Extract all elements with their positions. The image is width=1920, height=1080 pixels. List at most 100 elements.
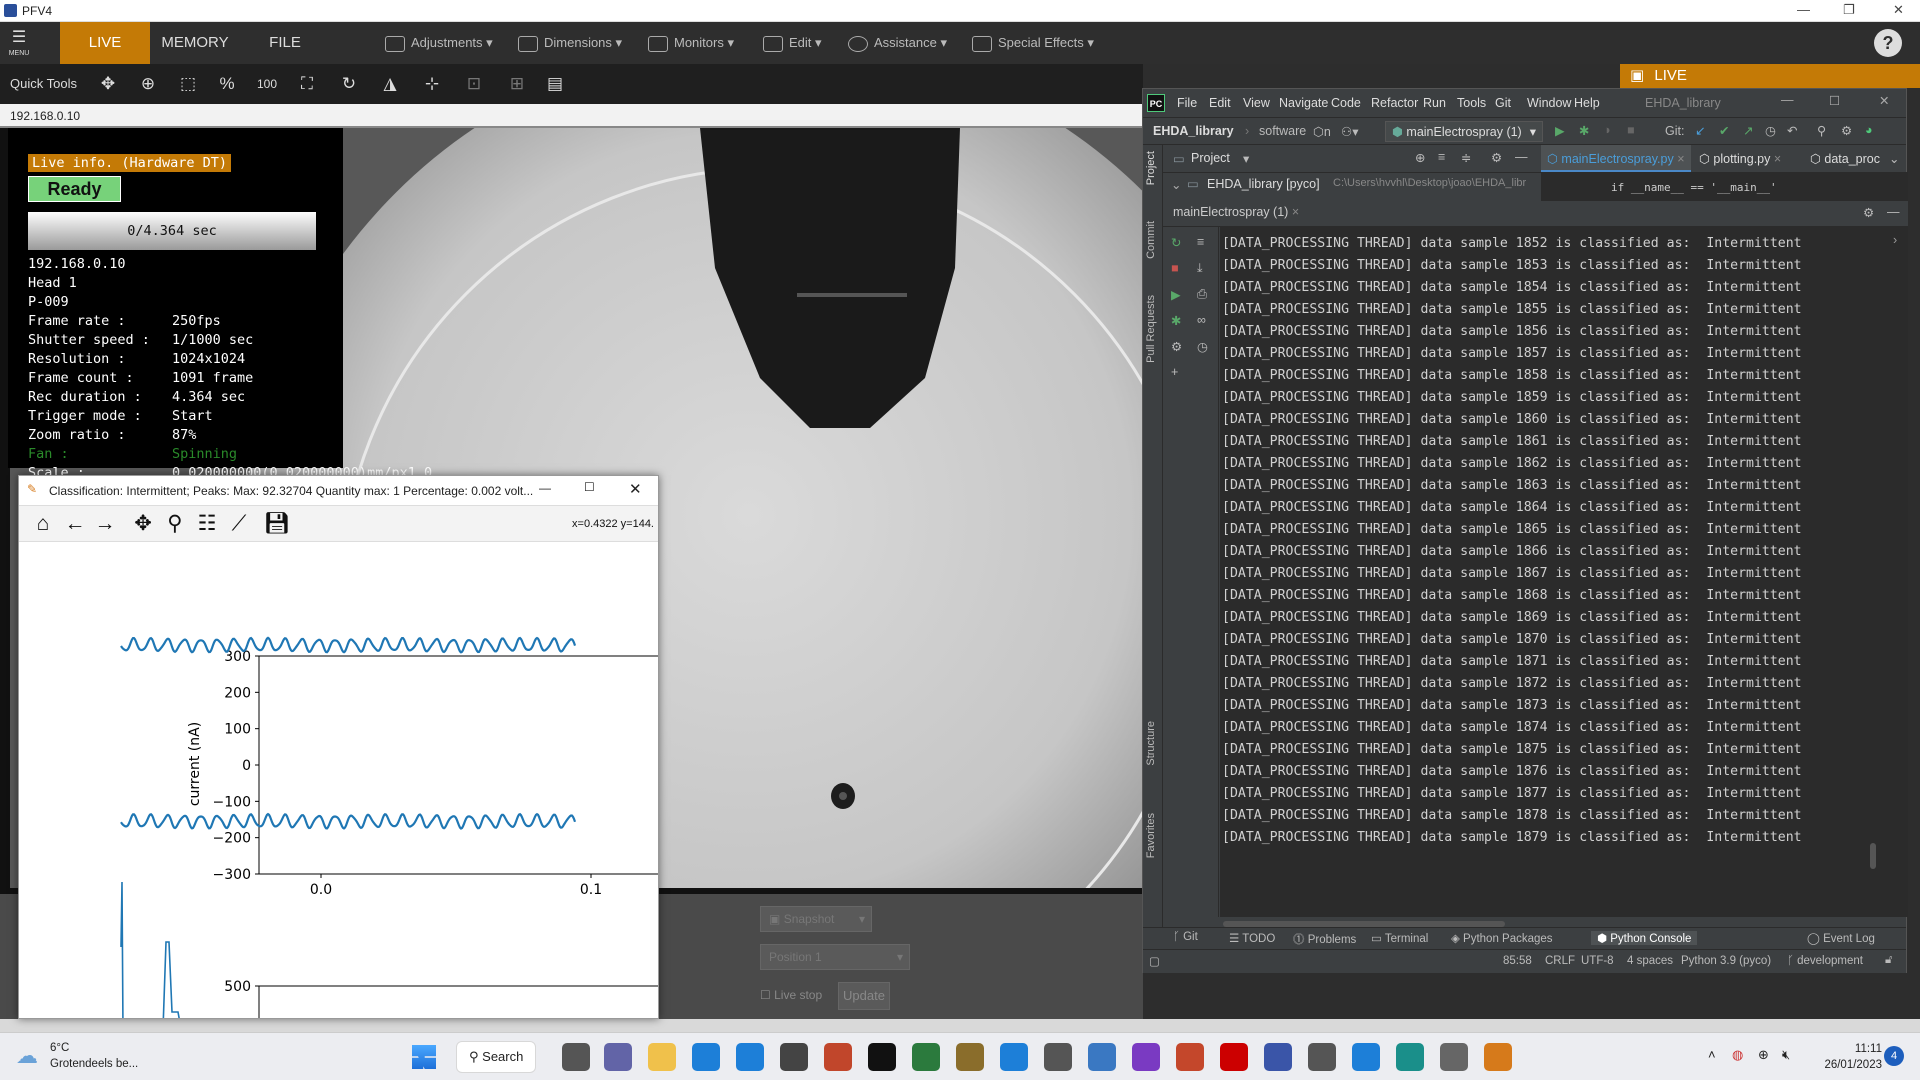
scroll-end-icon[interactable]: ⤓ [1197,261,1203,276]
editor-tab-data-proc[interactable]: ⬡ data_proc [1804,145,1886,172]
vscode-icon[interactable] [1000,1043,1028,1071]
tool-tab-python-packages[interactable]: ◈ Python Packages [1451,931,1553,945]
edit-axis-icon[interactable]: ⟋ [225,510,253,538]
code-editor[interactable]: if __name__ == '__main__' [1541,173,1908,201]
breadcrumb-file[interactable]: ⬡n [1313,124,1331,139]
tool-project[interactable]: Project [1145,151,1157,185]
menu-edit[interactable]: Edit ▾ [763,22,822,64]
teams-icon[interactable] [604,1043,632,1071]
tool-tab-todo[interactable]: ☰ TODO [1229,931,1275,945]
notification-badge[interactable]: 4 [1884,1046,1904,1066]
stop-icon[interactable]: ■ [1627,123,1635,137]
powerpoint-icon[interactable] [1176,1043,1204,1071]
menu-run[interactable]: Run [1423,96,1446,110]
tool-favorites[interactable]: Favorites [1145,813,1157,858]
app-icon[interactable] [1088,1043,1116,1071]
run-config-select[interactable]: ⬢ mainElectrospray (1) ▾ [1385,121,1543,142]
git-push-icon[interactable]: ↗ [1743,123,1753,138]
menu-code[interactable]: Code [1331,96,1361,110]
lock-icon[interactable]: 🔓︎ [1885,954,1892,967]
chevron-right-icon[interactable]: › [1893,233,1897,247]
locate-icon[interactable]: ⊕ [1415,150,1425,165]
tool-tab-problems[interactable]: ⓵ Problems [1293,931,1356,947]
tab-file[interactable]: FILE [240,22,330,64]
settings-icon[interactable] [1440,1043,1468,1071]
minimize-icon[interactable]: — [1797,2,1810,17]
user-icon[interactable]: ⚇▾ [1341,124,1358,139]
stop-icon[interactable]: ■ [1171,261,1179,275]
close-icon[interactable]: × [1677,152,1684,166]
app-icon[interactable] [1308,1043,1336,1071]
zoom-icon[interactable]: ⚲ [161,510,189,538]
rollback-icon[interactable]: ↶ [1787,123,1797,138]
editor-tab-plotting[interactable]: ⬡ plotting.py × [1693,145,1787,172]
app-icon[interactable] [1264,1043,1292,1071]
menu-view[interactable]: View [1243,96,1270,110]
update-button[interactable]: Update [838,982,890,1010]
chevron-down-icon[interactable]: ▾ [1243,151,1249,166]
back-icon[interactable]: ← [61,510,89,538]
clock[interactable]: 11:11 26/01/2023 [1812,1041,1882,1073]
run-icon[interactable]: ▶ [1171,287,1181,302]
tool-tab-terminal[interactable]: ▭ Terminal [1371,931,1428,945]
menu-git[interactable]: Git [1495,96,1511,110]
pfv-icon[interactable] [1484,1043,1512,1071]
settings-icon[interactable]: ⚙ [1863,205,1874,220]
position-select[interactable]: Position 1 ▾ [760,944,910,970]
menu-assistance[interactable]: Assistance ▾ [848,22,947,64]
network-icon[interactable]: ◍ [1732,1047,1743,1063]
debug-icon[interactable]: ✱ [1171,313,1181,328]
menu-dimensions[interactable]: Dimensions ▾ [518,22,622,64]
mail-icon[interactable] [736,1043,764,1071]
pan-icon[interactable]: ✥ [129,510,157,538]
project-pane-title[interactable]: Project [1191,151,1230,165]
percent-icon[interactable]: % [213,70,241,98]
menu-window[interactable]: Window [1527,96,1571,110]
menu-tools[interactable]: Tools [1457,96,1486,110]
axes-icon[interactable]: ⊹ [418,70,446,98]
flip-icon[interactable]: ◮ [376,70,404,98]
tool-pull-requests[interactable]: Pull Requests [1145,295,1157,363]
volume-icon[interactable]: 🔇︎ [1782,1047,1790,1063]
debug-icon[interactable]: ✱ [1579,123,1589,138]
app-icon[interactable] [1352,1043,1380,1071]
project-tree-root[interactable]: ⌄ ▭ EHDA_library [pyco] C:\Users\hvvhl\D… [1163,173,1541,195]
pycharm-icon[interactable] [868,1043,896,1071]
close-icon[interactable]: × [1292,205,1299,219]
plugins-icon[interactable]: ◕ [1865,123,1873,137]
close-icon[interactable]: × [1774,152,1781,166]
close-icon[interactable]: ✕ [629,480,642,498]
status-line-sep[interactable]: CRLF [1545,955,1575,967]
close-icon[interactable]: ✕ [1879,93,1889,108]
zoom-area-icon[interactable]: ⬚ [174,70,202,98]
chevron-down-icon[interactable]: ⌄ [1889,151,1899,166]
status-position[interactable]: 85:58 [1503,955,1532,967]
minimize-icon[interactable]: — [1781,93,1794,107]
app-icon[interactable] [956,1043,984,1071]
hamburger-menu-button[interactable]: ☰ MENU [0,22,38,64]
rerun-icon[interactable]: ↻ [1171,235,1181,250]
plot-canvas[interactable]: 3002001000−100−200−3000.0 0.1current (nA)… [19,542,658,1018]
app-icon[interactable] [1044,1043,1072,1071]
chevron-up-icon[interactable]: ˄ [1708,1047,1716,1062]
zoom-100-icon[interactable]: 100 [253,70,281,98]
zoom-icon[interactable]: ⊕ [134,70,162,98]
forward-icon[interactable]: → [91,510,119,538]
menu-help[interactable]: Help [1574,96,1600,110]
collapse-icon[interactable]: ≑ [1461,150,1471,165]
tool-structure[interactable]: Structure [1145,721,1157,766]
hide-icon[interactable]: — [1515,150,1528,164]
store-icon[interactable] [692,1043,720,1071]
breadcrumb-software[interactable]: software [1259,124,1306,138]
editor-tab-mainelectrospray[interactable]: ⬡ mainElectrospray.py × [1541,145,1691,172]
tab-memory[interactable]: MEMORY [150,22,240,64]
search-icon[interactable]: ⚲ [1817,123,1826,138]
app-icon[interactable] [1132,1043,1160,1071]
history-icon[interactable]: ◷ [1197,339,1208,354]
app-icon[interactable] [912,1043,940,1071]
home-icon[interactable]: ⌂ [29,510,57,538]
breadcrumb-project[interactable]: EHDA_library [1153,124,1234,138]
status-indent[interactable]: 4 spaces [1627,955,1673,967]
menu-edit[interactable]: Edit [1209,96,1231,110]
app-icon[interactable] [780,1043,808,1071]
